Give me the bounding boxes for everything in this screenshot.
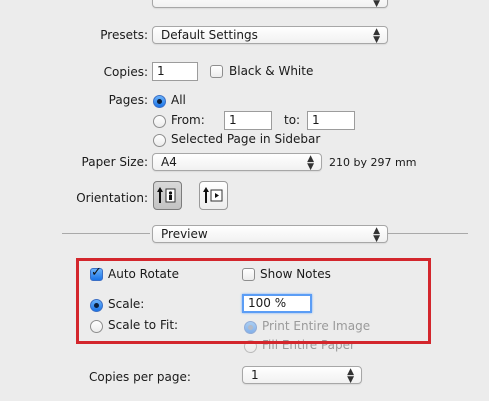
pages-all-label: All: [171, 93, 186, 107]
copies-field[interactable]: 1: [152, 62, 198, 81]
section-divider-right: [388, 233, 468, 234]
paper-size-label: Paper Size:: [81, 155, 148, 169]
copies-label: Copies:: [103, 65, 148, 79]
pages-from-radio[interactable]: [153, 115, 166, 128]
pages-to-label: to:: [284, 113, 301, 127]
black-white-label: Black & White: [229, 64, 314, 78]
popup-arrows-icon: ▲▼: [307, 154, 314, 172]
pages-sidebar-radio[interactable]: [153, 134, 166, 147]
paper-size-popup[interactable]: A4 ▲ ▼: [152, 153, 322, 172]
pages-all-radio[interactable]: [153, 95, 166, 108]
section-value: Preview: [161, 227, 208, 241]
landscape-orientation-icon: [203, 187, 223, 203]
pages-to-value: 1: [312, 113, 320, 127]
copies-value: 1: [157, 64, 165, 78]
presets-label: Presets:: [100, 28, 148, 42]
orientation-landscape-button[interactable]: [199, 181, 228, 210]
popup-arrows-icon: ▲▼: [347, 367, 354, 385]
popup-arrows-icon: ▲▼: [373, 226, 380, 244]
pages-from-label: From:: [171, 113, 205, 127]
pages-to-field[interactable]: 1: [307, 111, 355, 130]
orientation-label: Orientation:: [76, 191, 148, 205]
popup-arrows-icon: ▲▼: [373, 0, 380, 9]
paper-dimensions: 210 by 297 mm: [329, 156, 417, 169]
paper-size-value: A4: [161, 155, 177, 169]
copies-per-page-popup[interactable]: 1 ▲ ▼: [242, 366, 362, 385]
section-divider-left: [62, 233, 150, 234]
copies-per-page-value: 1: [251, 368, 259, 382]
orientation-portrait-button[interactable]: [153, 181, 182, 210]
black-white-checkbox[interactable]: [210, 65, 223, 78]
section-popup[interactable]: Preview ▲ ▼: [152, 225, 388, 244]
popup-arrows-icon: ▲▼: [373, 27, 380, 45]
presets-popup[interactable]: Default Settings ▲ ▼: [152, 26, 388, 45]
copies-per-page-label: Copies per page:: [89, 370, 191, 384]
printer-popup[interactable]: ▲▼: [152, 0, 388, 9]
pages-label: Pages:: [108, 93, 148, 107]
portrait-orientation-icon: [157, 187, 176, 203]
pages-from-value: 1: [229, 113, 237, 127]
presets-value: Default Settings: [161, 28, 258, 42]
pages-sidebar-label: Selected Page in Sidebar: [171, 132, 321, 146]
pages-from-field[interactable]: 1: [224, 111, 272, 130]
highlight-box: [76, 258, 431, 344]
